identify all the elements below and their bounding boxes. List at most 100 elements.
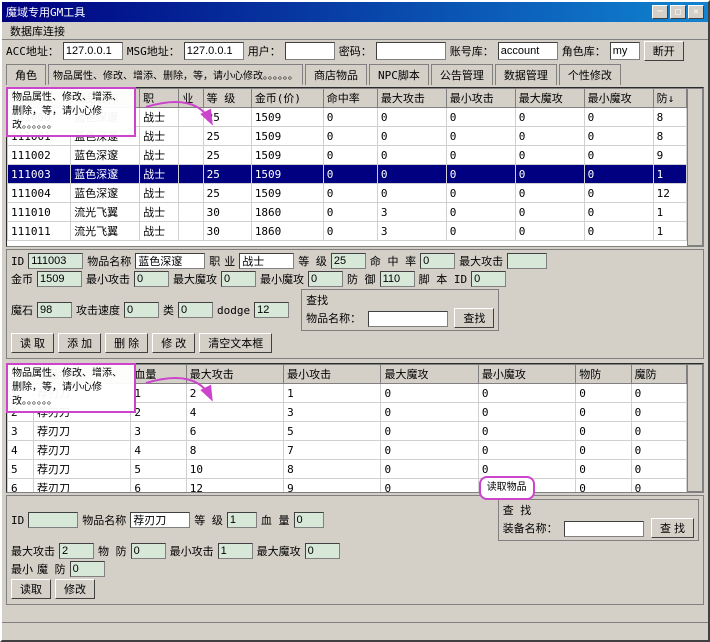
acc-label: ACC地址：: [6, 43, 59, 59]
blevel-input[interactable]: [227, 512, 257, 528]
col-job2: 业: [179, 89, 203, 108]
top-form-row3: 魔石 攻击速度 类 dodge 查找 物品名称： 查找: [11, 289, 699, 331]
bhp-input[interactable]: [294, 512, 324, 528]
def-input[interactable]: [380, 271, 415, 287]
gold-label: 金币: [11, 271, 33, 287]
bcol-hp: 血量: [131, 365, 186, 384]
level-label: 等 级: [298, 253, 327, 269]
bmodify-button[interactable]: 修改: [55, 579, 95, 599]
search-name-label: 物品名称：: [306, 312, 361, 325]
table-row[interactable]: 111003 蓝色深邃 战士 25 1509 0 0 0 0 0 1: [8, 165, 687, 184]
minimize-button[interactable]: ─: [652, 5, 668, 19]
maximize-button[interactable]: □: [670, 5, 686, 19]
top-form-buttons: 读 取 添 加 删 除 修 改 清空文本框: [11, 333, 699, 353]
table-row[interactable]: 4 荐刃刀 4 8 7 0 0 0 0: [8, 441, 687, 460]
tab-item[interactable]: 物品属性、修改、增添、删除，等，请小心修改。。。。。。: [48, 64, 303, 85]
bname-input[interactable]: [130, 512, 190, 528]
bmdef-input[interactable]: [70, 561, 105, 577]
col-job1: 职: [140, 89, 179, 108]
delete-button[interactable]: 删 除: [105, 333, 148, 353]
bsearch-button[interactable]: 查 找: [651, 518, 694, 538]
search-name-input[interactable]: [368, 311, 448, 327]
top-scrollbar[interactable]: [687, 88, 703, 246]
connect-button[interactable]: 断开: [644, 41, 684, 61]
modify-button[interactable]: 修 改: [152, 333, 195, 353]
hit-label: 命 中 率: [370, 253, 416, 269]
maxatk-label: 最大攻击: [459, 253, 503, 269]
type-input[interactable]: [178, 302, 213, 318]
table-row[interactable]: 3 荐刃刀 3 6 5 0 0 0 0: [8, 422, 687, 441]
tab-data[interactable]: 数据管理: [495, 64, 557, 85]
table-row[interactable]: 111002 蓝色深邃 战士 25 1509 0 0 0 0 0 9: [8, 146, 687, 165]
minatk-input[interactable]: [134, 271, 169, 287]
user-label: 用户：: [248, 43, 281, 59]
bottom-form-row3: 最小 魔 防: [11, 561, 699, 577]
col-minmag: 最小魔攻: [584, 89, 653, 108]
top-annotation-text: 物品属性、修改、增添、删除，等，请小心修改。。。。。。: [12, 92, 122, 131]
col-def: 防↓: [653, 89, 686, 108]
gold-input[interactable]: [37, 271, 82, 287]
tab-shop[interactable]: 商店物品: [305, 64, 367, 85]
bottom-annotation-box: 物品属性、修改、增添、删除，等，请小心修改。。。。。。: [6, 363, 136, 413]
id-label: ID: [11, 255, 24, 268]
foot-input[interactable]: [471, 271, 506, 287]
minmag-input[interactable]: [308, 271, 343, 287]
tab-announce[interactable]: 公告管理: [431, 64, 493, 85]
table-row[interactable]: 111011 流光飞翼 战士 30 1860 0 3 0 0 0 1: [8, 222, 687, 241]
hit-input[interactable]: [420, 253, 455, 269]
bottom-form-row1: ID 物品名称 等 级 血 量 读取物品 查 找 装备名称：: [11, 499, 699, 541]
col-maxatk: 最大攻击: [377, 89, 446, 108]
role-input[interactable]: [610, 42, 640, 60]
top-section: 物品属性、修改、增添、删除，等，请小心修改。。。。。。 ID: [6, 87, 704, 247]
magic-input[interactable]: [37, 302, 72, 318]
job-input[interactable]: [239, 253, 294, 269]
pwd-input[interactable]: [376, 42, 446, 60]
speed-label: 攻击速度: [76, 302, 120, 318]
bminatk-input[interactable]: [218, 543, 253, 559]
close-button[interactable]: ✕: [688, 5, 704, 19]
read-button[interactable]: 读 取: [11, 333, 54, 353]
table-row[interactable]: 5 荐刃刀 5 10 8 0 0 0 0: [8, 460, 687, 479]
table-row[interactable]: 6 荐刃刀 6 12 9 0 0 0 0: [8, 479, 687, 493]
maxatk-input[interactable]: [507, 253, 547, 269]
level-input[interactable]: [331, 253, 366, 269]
role-label: 角色库：: [562, 43, 606, 59]
menu-item-db[interactable]: 数据库连接: [6, 23, 69, 39]
bmaxatk-input[interactable]: [59, 543, 94, 559]
main-window: 魔域专用GM工具 ─ □ ✕ 数据库连接 ACC地址： MSG地址： 用户： 密…: [0, 0, 710, 642]
table-row[interactable]: 111010 流光飞翼 战士 30 1860 0 3 0 0 0 1: [8, 203, 687, 222]
user-input[interactable]: [285, 42, 335, 60]
bmdef-label: 魔 防: [37, 561, 66, 577]
bmaxatk-label: 最大攻击: [11, 543, 55, 559]
tab-role[interactable]: 角色: [6, 64, 46, 85]
maxmag-input[interactable]: [221, 271, 256, 287]
bequip-label: 装备名称：: [503, 522, 558, 535]
msg-input[interactable]: [184, 42, 244, 60]
acc-input[interactable]: [63, 42, 123, 60]
bmaxmag-input[interactable]: [305, 543, 340, 559]
add-button[interactable]: 添 加: [58, 333, 101, 353]
bpdef-input[interactable]: [131, 543, 166, 559]
bequip-input[interactable]: [564, 521, 644, 537]
speed-input[interactable]: [124, 302, 159, 318]
toolbar: ACC地址： MSG地址： 用户： 密码： 账号库： 角色库： 断开: [2, 40, 708, 62]
bid-input[interactable]: [28, 512, 78, 528]
search-button[interactable]: 查找: [454, 308, 494, 328]
tab-npc[interactable]: NPC脚本: [369, 64, 429, 85]
clear-button[interactable]: 清空文本框: [199, 333, 272, 353]
tab-personal[interactable]: 个性修改: [559, 64, 621, 85]
minatk-label: 最小攻击: [86, 271, 130, 287]
bread-button[interactable]: 读取: [11, 579, 51, 599]
bcol-maxmag: 最大魔攻: [381, 365, 478, 384]
bsearch-label: 查 找: [503, 504, 532, 517]
dodge-input[interactable]: [254, 302, 289, 318]
table-row[interactable]: 111004 蓝色深邃 战士 25 1509 0 0 0 0 0 12: [8, 184, 687, 203]
name-input[interactable]: [135, 253, 205, 269]
bid-label: ID: [11, 514, 24, 527]
search-label: 查找: [306, 294, 328, 307]
id-input[interactable]: [28, 253, 83, 269]
top-form-row2: 金币 最小攻击 最大魔攻 最小魔攻 防 御 脚 本 ID: [11, 271, 699, 287]
account-input[interactable]: [498, 42, 558, 60]
bottom-scrollbar[interactable]: [687, 364, 703, 492]
job2-label: 业: [224, 253, 235, 269]
